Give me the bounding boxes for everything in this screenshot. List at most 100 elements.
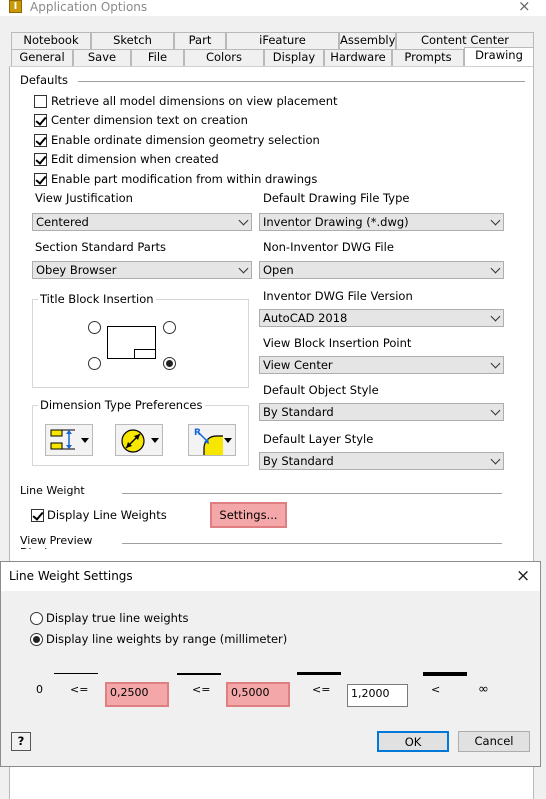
tab-colors[interactable]: Colors bbox=[184, 49, 264, 66]
tab-ifeature[interactable]: iFeature bbox=[226, 32, 339, 49]
dropdown-arrow-icon bbox=[81, 438, 89, 443]
part-modification-label: Enable part modification from within dra… bbox=[51, 172, 318, 186]
tab-display[interactable]: Display bbox=[264, 49, 324, 66]
non-inventor-dwg-file-value: Open bbox=[263, 263, 294, 277]
display-by-range-label: Display line weights by range (millimete… bbox=[46, 632, 288, 646]
line-weight-sample-2 bbox=[177, 673, 221, 675]
tab-assembly[interactable]: Assembly bbox=[339, 32, 396, 49]
ok-button[interactable]: OK bbox=[377, 731, 449, 752]
view-block-insertion-point-value: View Center bbox=[263, 358, 333, 372]
chevron-down-icon bbox=[490, 215, 501, 226]
chevron-down-icon bbox=[490, 405, 501, 416]
defaults-separator bbox=[78, 81, 525, 82]
retrieve-dimensions-checkbox[interactable] bbox=[34, 95, 47, 108]
tab-drawing[interactable]: Drawing bbox=[464, 47, 534, 66]
tab-notebook[interactable]: Notebook bbox=[11, 32, 91, 49]
default-layer-style-dropdown[interactable]: By Standard bbox=[259, 452, 504, 470]
radius-dimension-button[interactable]: R bbox=[188, 424, 236, 456]
display-true-line-weights-radio[interactable] bbox=[30, 612, 43, 625]
chevron-down-icon bbox=[238, 263, 249, 274]
view-preview-display-header: View Preview Display bbox=[20, 535, 93, 549]
default-object-style-dropdown[interactable]: By Standard bbox=[259, 403, 504, 421]
view-justification-dropdown[interactable]: Centered bbox=[32, 213, 252, 231]
tab-hardware[interactable]: Hardware bbox=[324, 49, 392, 66]
center-dimension-text-label: Center dimension text on creation bbox=[51, 113, 248, 127]
edit-dimension-checkbox[interactable] bbox=[34, 153, 47, 166]
settings-button[interactable]: Settings... bbox=[210, 502, 287, 528]
dialog-title-bar: Line Weight Settings × bbox=[1, 562, 540, 591]
tab-prompts[interactable]: Prompts bbox=[392, 49, 464, 66]
view-justification-label: View Justification bbox=[35, 191, 133, 205]
non-inventor-dwg-file-dropdown[interactable]: Open bbox=[259, 261, 504, 279]
range-value-3-input[interactable]: 1,2000 bbox=[347, 684, 408, 707]
dropdown-arrow-icon bbox=[224, 438, 232, 443]
title-block-bottom-right-radio[interactable] bbox=[163, 357, 176, 370]
close-icon[interactable]: × bbox=[516, 567, 530, 585]
display-true-line-weights-label: Display true line weights bbox=[46, 611, 189, 625]
tab-file[interactable]: File bbox=[131, 49, 184, 66]
chevron-down-icon bbox=[238, 215, 249, 226]
radius-dimension-icon: R bbox=[194, 428, 223, 455]
range-value-2-input[interactable]: 0,5000 bbox=[226, 682, 290, 707]
default-drawing-file-type-value: Inventor Drawing (*.dwg) bbox=[263, 215, 409, 229]
view-justification-value: Centered bbox=[36, 215, 89, 229]
title-block-preview bbox=[107, 326, 156, 359]
dropdown-arrow-icon bbox=[151, 438, 159, 443]
line-weight-sample-1 bbox=[54, 673, 98, 674]
part-modification-checkbox[interactable] bbox=[34, 173, 47, 186]
title-block-bottom-left-radio[interactable] bbox=[88, 357, 101, 370]
range-value-1-input[interactable]: 0,2500 bbox=[105, 682, 169, 707]
default-object-style-value: By Standard bbox=[263, 405, 334, 419]
chevron-down-icon bbox=[490, 263, 501, 274]
tab-part[interactable]: Part bbox=[174, 32, 226, 49]
tab-save[interactable]: Save bbox=[73, 49, 131, 66]
zero-label: 0 bbox=[36, 683, 43, 696]
ordinate-selection-label: Enable ordinate dimension geometry selec… bbox=[51, 133, 320, 147]
window-title: Application Options bbox=[30, 0, 148, 14]
default-drawing-file-type-label: Default Drawing File Type bbox=[263, 191, 410, 205]
line-weight-display-header: Line Weight Display bbox=[20, 485, 85, 497]
help-button[interactable]: ? bbox=[11, 732, 31, 751]
display-line-weights-checkbox[interactable] bbox=[31, 509, 44, 522]
less-equal-symbol-3: <= bbox=[312, 683, 331, 696]
cancel-button[interactable]: Cancel bbox=[458, 731, 530, 752]
section-standard-parts-value: Obey Browser bbox=[36, 263, 117, 277]
edit-dimension-label: Edit dimension when created bbox=[51, 152, 219, 166]
title-block-top-left-radio[interactable] bbox=[88, 321, 101, 334]
title-block-top-right-radio[interactable] bbox=[163, 321, 176, 334]
view-block-insertion-point-dropdown[interactable]: View Center bbox=[259, 356, 504, 374]
retrieve-dimensions-label: Retrieve all model dimensions on view pl… bbox=[51, 94, 338, 108]
line-weight-sample-3 bbox=[297, 672, 341, 675]
svg-text:R: R bbox=[194, 428, 201, 438]
diameter-dimension-icon bbox=[121, 429, 145, 453]
chevron-down-icon bbox=[490, 311, 501, 322]
view-preview-separator bbox=[122, 543, 502, 544]
title-block-corner bbox=[134, 349, 156, 359]
ordinate-selection-checkbox[interactable] bbox=[34, 134, 47, 147]
dimension-type-preferences-title: Dimension Type Preferences bbox=[38, 398, 205, 412]
center-dimension-text-checkbox[interactable] bbox=[34, 114, 47, 127]
diameter-dimension-button[interactable] bbox=[115, 424, 163, 456]
chevron-down-icon bbox=[490, 454, 501, 465]
linear-dimension-button[interactable] bbox=[45, 424, 93, 456]
close-icon[interactable]: × bbox=[518, 0, 531, 14]
section-standard-parts-label: Section Standard Parts bbox=[35, 240, 167, 254]
default-object-style-label: Default Object Style bbox=[263, 383, 379, 397]
display-by-range-radio[interactable] bbox=[30, 633, 43, 646]
inventor-dwg-file-version-dropdown[interactable]: AutoCAD 2018 bbox=[259, 309, 504, 327]
line-weight-sample-4 bbox=[423, 672, 467, 676]
page-bottom-region bbox=[9, 766, 534, 799]
title-block-insertion-title: Title Block Insertion bbox=[38, 292, 156, 306]
less-equal-symbol-2: <= bbox=[192, 683, 211, 696]
section-standard-parts-dropdown[interactable]: Obey Browser bbox=[32, 261, 252, 279]
title-bar: I Application Options × bbox=[0, 0, 546, 16]
tab-sketch[interactable]: Sketch bbox=[91, 32, 174, 49]
tab-general[interactable]: General bbox=[11, 49, 73, 66]
less-than-symbol: < bbox=[431, 683, 441, 696]
inventor-dwg-file-version-label: Inventor DWG File Version bbox=[263, 289, 413, 303]
default-layer-style-label: Default Layer Style bbox=[263, 432, 374, 446]
defaults-header: Defaults bbox=[20, 73, 69, 87]
default-drawing-file-type-dropdown[interactable]: Inventor Drawing (*.dwg) bbox=[259, 213, 504, 231]
default-layer-style-value: By Standard bbox=[263, 454, 334, 468]
inventor-dwg-file-version-value: AutoCAD 2018 bbox=[263, 311, 348, 325]
